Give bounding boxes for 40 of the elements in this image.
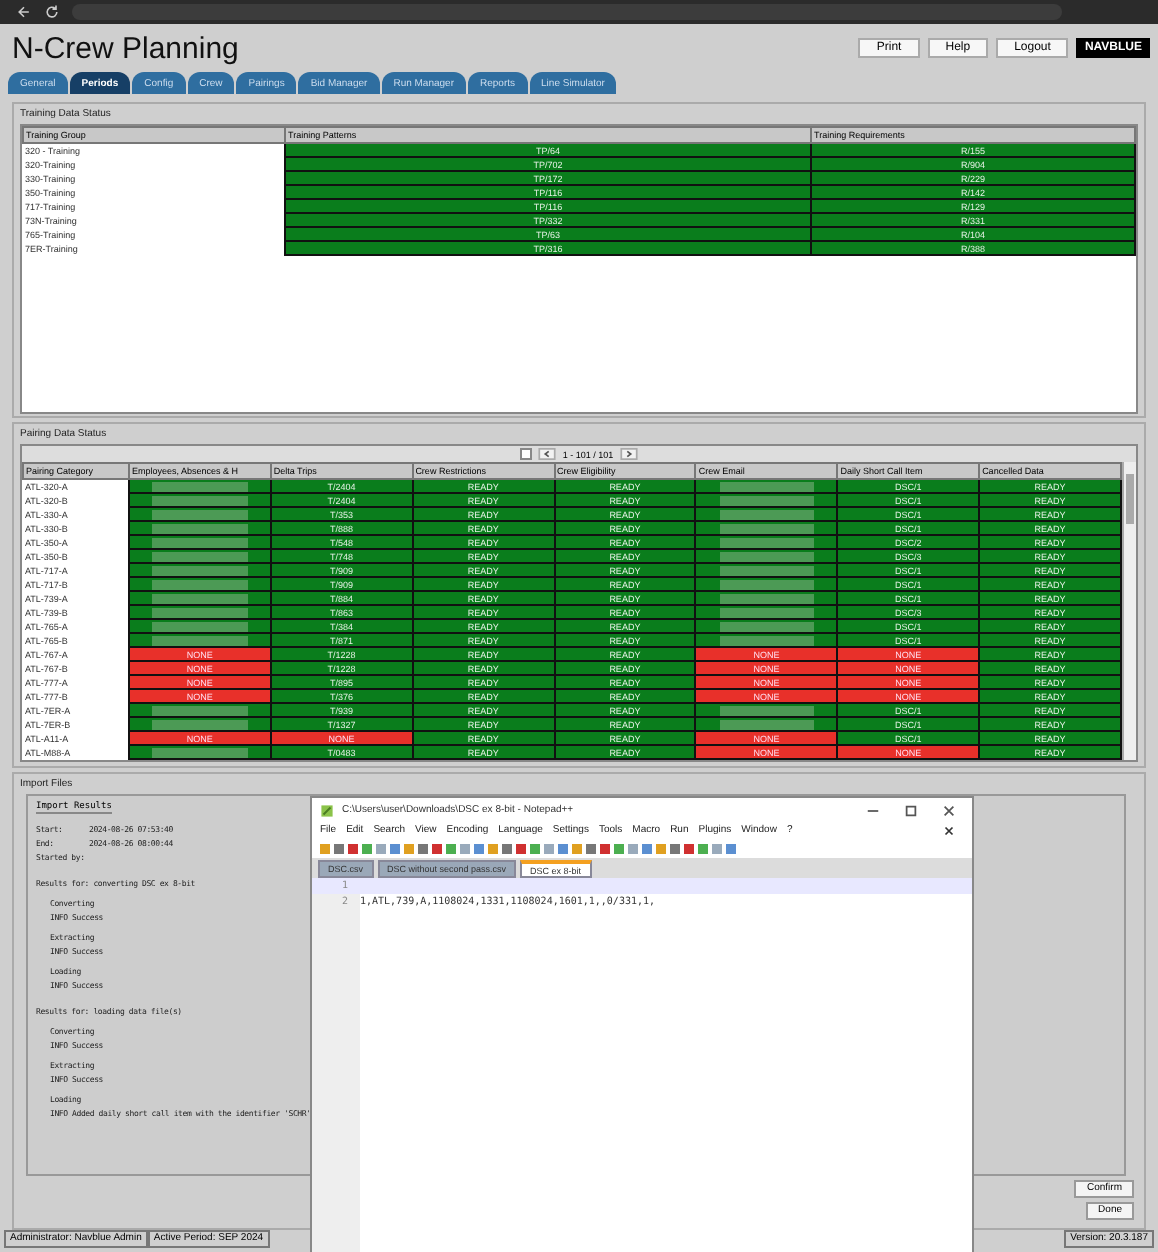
redaction-block (719, 607, 815, 617)
close-icon[interactable] (942, 823, 956, 837)
maximize-icon[interactable] (904, 803, 918, 817)
redaction-block (719, 551, 815, 561)
redaction-block (152, 621, 248, 631)
app-title: N-Crew Planning (12, 31, 239, 65)
redaction-block (719, 509, 815, 519)
redaction-block (152, 579, 248, 589)
redaction-block (719, 537, 815, 547)
redaction-block (719, 495, 815, 505)
next-page-icon[interactable] (619, 448, 638, 460)
scrollbar[interactable] (1122, 462, 1136, 760)
redaction-block (152, 537, 248, 547)
close-icon[interactable] (942, 803, 956, 817)
back-icon[interactable] (16, 4, 32, 20)
redaction-block (152, 551, 248, 561)
redaction-block (152, 523, 248, 533)
redaction-block (719, 719, 815, 729)
redaction-block (152, 495, 248, 505)
redaction-block (152, 635, 248, 645)
redaction-block (152, 481, 248, 491)
redaction-block (152, 705, 248, 715)
redaction-block (152, 565, 248, 575)
redaction-block (719, 523, 815, 533)
redaction-block (719, 635, 815, 645)
redaction-block (719, 593, 815, 603)
redaction-block (719, 565, 815, 575)
redaction-block (719, 579, 815, 589)
checkbox[interactable] (520, 448, 533, 460)
notepad-icon (320, 803, 334, 817)
redaction-block (719, 481, 815, 491)
redaction-block (152, 719, 248, 729)
redaction-block (719, 621, 815, 631)
redaction-block (152, 607, 248, 617)
redaction-block (152, 593, 248, 603)
redaction-block (719, 705, 815, 715)
previous-page-icon[interactable] (538, 448, 557, 460)
redaction-block (152, 747, 248, 757)
reload-icon[interactable] (44, 4, 60, 20)
redaction-block (152, 509, 248, 519)
